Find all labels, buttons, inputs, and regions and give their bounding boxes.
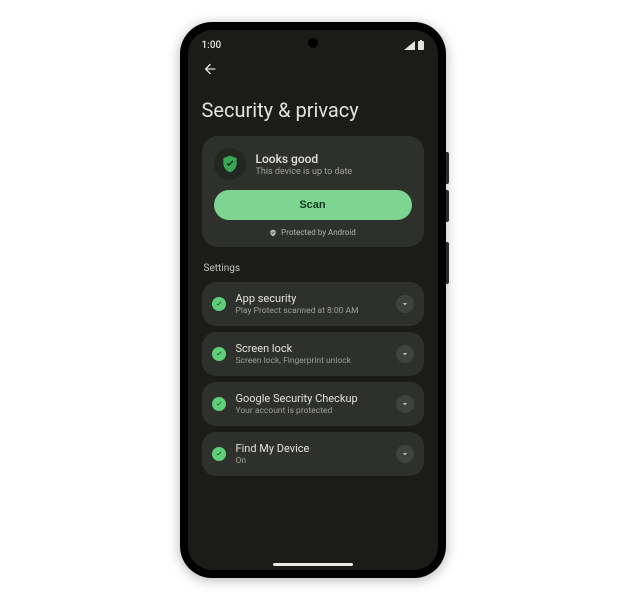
nav-gesture-bar[interactable] [273, 563, 353, 566]
setting-app-security[interactable]: App security Play Protect scanned at 8:0… [202, 282, 424, 326]
check-icon [215, 450, 223, 458]
chevron-down-icon [400, 349, 410, 359]
item-subtitle: Play Protect scanned at 8:00 AM [236, 306, 386, 316]
camera-hole [308, 38, 318, 48]
item-texts: Screen lock Screen lock, Fingerprint unl… [236, 342, 386, 366]
status-ok-icon [212, 347, 226, 361]
shield-check-icon [220, 154, 240, 174]
battery-icon [418, 40, 424, 50]
back-button[interactable] [202, 61, 218, 81]
chevron-down-icon [400, 299, 410, 309]
page-title: Security & privacy [202, 98, 424, 122]
item-title: Screen lock [236, 342, 386, 355]
item-title: App security [236, 292, 386, 305]
status-ok-icon [212, 297, 226, 311]
check-icon [215, 300, 223, 308]
status-header: Looks good This device is up to date [214, 148, 412, 180]
item-subtitle: Your account is protected [236, 406, 386, 416]
status-title: Looks good [256, 152, 353, 166]
expand-button[interactable] [396, 395, 414, 413]
settings-section-label: Settings [204, 263, 422, 274]
chevron-down-icon [400, 449, 410, 459]
scan-button[interactable]: Scan [214, 190, 412, 220]
setting-google-security-checkup[interactable]: Google Security Checkup Your account is … [202, 382, 424, 426]
expand-button[interactable] [396, 445, 414, 463]
item-texts: Find My Device On [236, 442, 386, 466]
expand-button[interactable] [396, 345, 414, 363]
security-status-card: Looks good This device is up to date Sca… [202, 136, 424, 247]
status-subtitle: This device is up to date [256, 167, 353, 177]
volume-down-button[interactable] [446, 190, 449, 222]
status-icons [404, 40, 424, 50]
status-ok-icon [212, 447, 226, 461]
item-subtitle: Screen lock, Fingerprint unlock [236, 356, 386, 366]
protected-row: Protected by Android [214, 228, 412, 237]
item-texts: App security Play Protect scanned at 8:0… [236, 292, 386, 316]
status-time: 1:00 [202, 40, 222, 51]
screen: 1:00 Security & privacy [188, 30, 438, 570]
volume-up-button[interactable] [446, 152, 449, 184]
protected-label: Protected by Android [281, 228, 356, 237]
arrow-left-icon [202, 61, 218, 77]
status-texts: Looks good This device is up to date [256, 152, 353, 177]
setting-find-my-device[interactable]: Find My Device On [202, 432, 424, 476]
item-title: Find My Device [236, 442, 386, 455]
check-icon [215, 350, 223, 358]
phone-frame: 1:00 Security & privacy [180, 22, 446, 578]
power-button[interactable] [446, 242, 449, 284]
status-ok-icon [212, 397, 226, 411]
shield-icon [269, 229, 277, 237]
item-subtitle: On [236, 456, 386, 466]
content-area: Security & privacy Looks good This devic… [188, 54, 438, 476]
check-icon [215, 400, 223, 408]
item-texts: Google Security Checkup Your account is … [236, 392, 386, 416]
setting-screen-lock[interactable]: Screen lock Screen lock, Fingerprint unl… [202, 332, 424, 376]
expand-button[interactable] [396, 295, 414, 313]
chevron-down-icon [400, 399, 410, 409]
status-shield [214, 148, 246, 180]
item-title: Google Security Checkup [236, 392, 386, 405]
signal-icon [404, 41, 415, 50]
